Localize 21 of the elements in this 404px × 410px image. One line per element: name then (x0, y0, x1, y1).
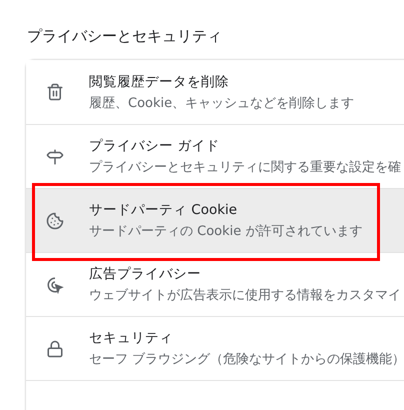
row-subtitle: 履歴、Cookie、キャッシュなどを削除します (89, 94, 354, 112)
signpost-icon (46, 148, 64, 166)
trash-icon (46, 83, 64, 101)
row-title: 広告プライバシー (89, 265, 202, 283)
cookie-icon (46, 212, 64, 230)
row-subtitle: セーフ ブラウジング（危険なサイトからの保護機能） (89, 351, 404, 368)
settings-row[interactable]: プライバシー ガイド プライバシーとセキュリティに関する重要な設定を確 (26, 124, 404, 188)
settings-row[interactable]: 広告プライバシー ウェブサイトが広告表示に使用する情報をカスタマイ (26, 252, 404, 316)
row-title: 閲覧履歴データを削除 (89, 72, 230, 90)
target-cursor-icon (46, 276, 64, 294)
row-subtitle: プライバシーとセキュリティに関する重要な設定を確 (89, 159, 401, 176)
settings-row[interactable]: サードパーティ Cookie サードパーティの Cookie が許可されています (26, 188, 404, 252)
row-title: セキュリティ (89, 329, 174, 347)
settings-row[interactable]: セキュリティ セーフ ブラウジング（危険なサイトからの保護機能） (26, 316, 404, 380)
row-subtitle: サードパーティの Cookie が許可されています (89, 223, 362, 240)
section-title: プライバシーとセキュリティ (27, 27, 223, 46)
settings-row[interactable]: 閲覧履歴データを削除 履歴、Cookie、キャッシュなどを削除します (26, 60, 404, 124)
row-title: サードパーティ Cookie (89, 201, 238, 219)
row-subtitle: ウェブサイトが広告表示に使用する情報をカスタマイ (89, 287, 401, 304)
lock-icon (46, 340, 64, 358)
row-title: プライバシー ガイド (89, 137, 220, 155)
